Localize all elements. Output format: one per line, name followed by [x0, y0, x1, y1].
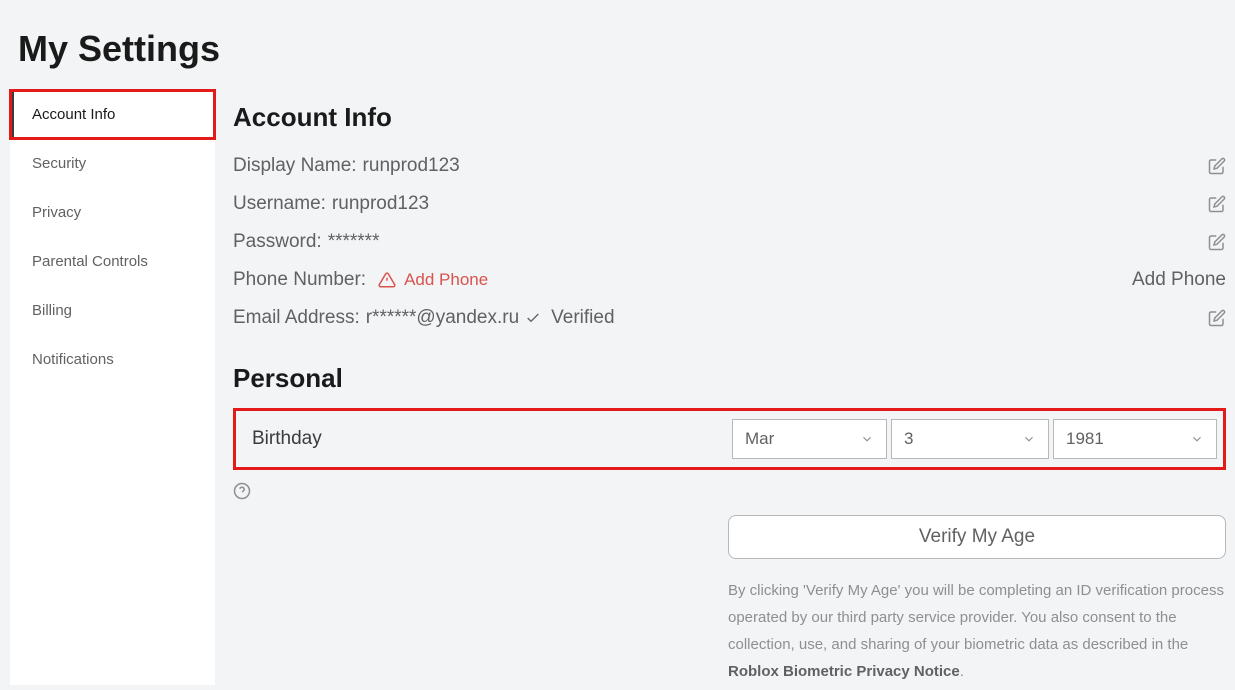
- password-row: Password: *******: [233, 223, 1226, 261]
- biometric-privacy-link[interactable]: Roblox Biometric Privacy Notice: [728, 663, 960, 680]
- email-row: Email Address: r******@yandex.ru Verifie…: [233, 299, 1226, 337]
- sidebar-item-billing[interactable]: Billing: [10, 286, 215, 335]
- username-label: Username:: [233, 193, 326, 215]
- sidebar-item-parental-controls[interactable]: Parental Controls: [10, 237, 215, 286]
- verify-disclaimer: By clicking 'Verify My Age' you will be …: [728, 577, 1226, 685]
- verified-text: Verified: [551, 307, 614, 329]
- check-icon: [525, 310, 541, 326]
- phone-label: Phone Number:: [233, 269, 366, 291]
- help-icon[interactable]: [233, 482, 251, 500]
- display-name-value: runprod123: [363, 155, 460, 177]
- page-title: My Settings: [0, 0, 1235, 90]
- chevron-down-icon: [1190, 432, 1204, 446]
- birthday-label: Birthday: [242, 428, 732, 450]
- birthday-year-select[interactable]: 1981: [1053, 419, 1217, 459]
- edit-icon[interactable]: [1208, 233, 1226, 251]
- sidebar-item-security[interactable]: Security: [10, 139, 215, 188]
- sidebar-item-notifications[interactable]: Notifications: [10, 335, 215, 384]
- disclaimer-end: .: [960, 663, 964, 680]
- chevron-down-icon: [1022, 432, 1036, 446]
- warning-icon: [378, 271, 396, 289]
- birthday-row: Birthday Mar 3 1981: [233, 408, 1226, 470]
- birthday-month-value: Mar: [745, 429, 774, 449]
- phone-row: Phone Number: Add Phone Add Phone: [233, 261, 1226, 299]
- main-content: Account Info Display Name: runprod123 Us…: [215, 90, 1235, 685]
- display-name-row: Display Name: runprod123: [233, 147, 1226, 185]
- password-value: *******: [328, 231, 380, 253]
- birthday-day-select[interactable]: 3: [891, 419, 1049, 459]
- sidebar-item-privacy[interactable]: Privacy: [10, 188, 215, 237]
- edit-icon[interactable]: [1208, 309, 1226, 327]
- birthday-month-select[interactable]: Mar: [732, 419, 887, 459]
- username-value: runprod123: [332, 193, 429, 215]
- birthday-day-value: 3: [904, 429, 913, 449]
- sidebar-item-account-info[interactable]: Account Info: [10, 90, 215, 139]
- display-name-label: Display Name:: [233, 155, 357, 177]
- verify-age-button[interactable]: Verify My Age: [728, 515, 1226, 559]
- disclaimer-text: By clicking 'Verify My Age' you will be …: [728, 582, 1224, 653]
- account-info-heading: Account Info: [233, 102, 1226, 133]
- password-label: Password:: [233, 231, 322, 253]
- settings-sidebar: Account Info Security Privacy Parental C…: [10, 90, 215, 685]
- chevron-down-icon: [860, 432, 874, 446]
- email-label: Email Address:: [233, 307, 360, 329]
- email-value: r******@yandex.ru: [366, 307, 519, 329]
- add-phone-action[interactable]: Add Phone: [1132, 269, 1226, 291]
- birthday-year-value: 1981: [1066, 429, 1104, 449]
- username-row: Username: runprod123: [233, 185, 1226, 223]
- personal-heading: Personal: [233, 363, 1226, 394]
- add-phone-link[interactable]: Add Phone: [404, 270, 488, 290]
- edit-icon[interactable]: [1208, 157, 1226, 175]
- edit-icon[interactable]: [1208, 195, 1226, 213]
